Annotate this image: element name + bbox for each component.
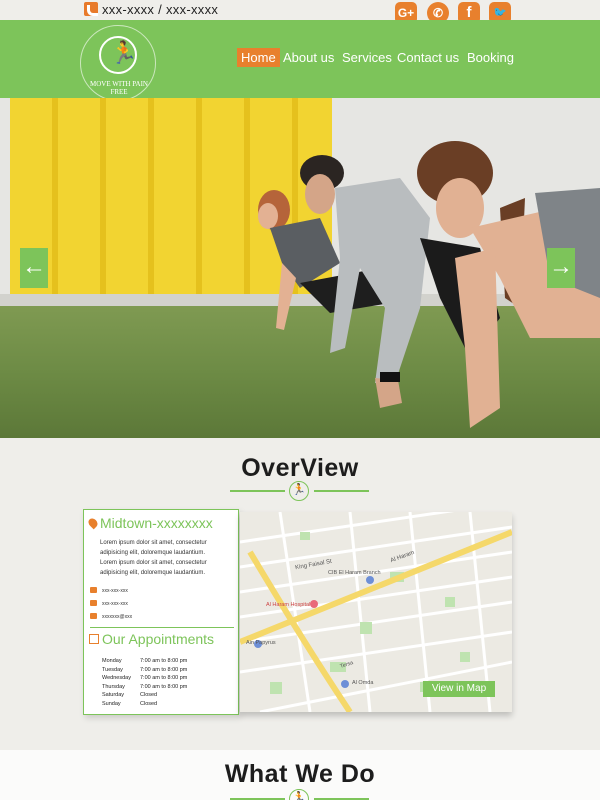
what-we-do-title: What We Do <box>224 760 376 788</box>
logo[interactable]: 🏃 MOVE WITH PAIN FREE <box>80 25 156 101</box>
schedule-time: 7:00 am to 8:00 pm <box>140 658 188 664</box>
contact-phone-2[interactable]: xxx-xxx-xxx <box>102 601 128 607</box>
what-we-do-divider: 🏃 <box>230 789 370 800</box>
schedule-day: Sunday <box>102 700 121 707</box>
phone-icon <box>84 2 98 16</box>
hero-slider: ← → <box>0 98 600 438</box>
schedule-time: Closed <box>140 700 158 707</box>
map-label-cib: CIB El Haram Branch <box>328 570 381 576</box>
schedule-row: Saturday Closed <box>102 692 187 701</box>
schedule-table: Monday 7:00 am to 8:00 pm Tuesday 7:00 am … <box>102 658 187 709</box>
location-description: Lorem ipsum dolor sit amet, consectetur … <box>100 538 234 578</box>
overview-divider: 🏃 <box>230 481 370 501</box>
nav-about-us[interactable]: About us <box>279 48 338 67</box>
schedule-day: Monday <box>102 658 122 664</box>
map-label-omda: Al Omda <box>352 680 374 686</box>
location-pin-icon <box>86 516 100 530</box>
appointments-title: Our Appointments <box>102 631 215 647</box>
fax-icon <box>90 600 97 606</box>
schedule-day: Wednesday <box>102 675 131 681</box>
view-in-map-button[interactable]: View in Map <box>423 681 495 697</box>
schedule-row: Sunday Closed <box>102 701 187 710</box>
contact-email[interactable]: xxxxxxx@xxx <box>102 614 132 620</box>
schedule-day: Saturday <box>102 692 125 698</box>
location-title: Midtown-xxxxxxxx <box>100 515 213 531</box>
map-label-ain: Ain Papyrus <box>246 640 276 646</box>
card-separator <box>90 627 234 628</box>
schedule-row: Thursday 7:00 am to 8:00 pm <box>102 684 187 693</box>
overview-title: OverView <box>241 454 359 482</box>
schedule-row: Monday 7:00 am to 8:00 pm <box>102 658 187 667</box>
hero-athletes-image <box>258 141 600 428</box>
runner-badge-icon: 🏃 <box>289 481 309 501</box>
email-icon <box>90 613 97 619</box>
logo-brand-text: MOVE WITH PAIN FREE <box>90 80 148 96</box>
schedule-row: Tuesday 7:00 am to 8:00 pm <box>102 667 187 676</box>
divider-line-right <box>314 490 369 492</box>
schedule-day: Tuesday <box>102 666 123 673</box>
description-line-1: Lorem ipsum dolor sit amet, consectetur … <box>100 540 207 556</box>
top-bar: xxx-xxxx / xxx-xxxx G+ ✆ f 🐦 <box>0 0 600 24</box>
divider-line-left <box>230 490 285 492</box>
phone-icon <box>90 587 97 593</box>
schedule-time: Closed <box>140 692 158 698</box>
phone-numbers: xxx-xxxx / xxx-xxxx <box>102 2 219 17</box>
slider-next-button[interactable]: → <box>547 248 575 288</box>
schedule-time: 7:00 am to 8:00 pm <box>140 666 188 673</box>
schedule-day: Thursday <box>102 683 125 690</box>
location-card: Midtown-xxxxxxxx Lorem ipsum dolor sit a… <box>83 509 239 715</box>
schedule-time: 7:00 am to 8:00 pm <box>140 675 188 681</box>
schedule-time: 7:00 am to 8:00 pm <box>140 683 188 690</box>
description-line-2: Lorem ipsum dolor sit amet, consectetur … <box>100 560 207 576</box>
slider-prev-button[interactable]: ← <box>20 248 48 288</box>
calendar-icon <box>89 634 99 644</box>
nav-home[interactable]: Home <box>237 48 280 67</box>
schedule-row: Wednesday 7:00 am to 8:00 pm <box>102 675 187 684</box>
site-header: 🏃 MOVE WITH PAIN FREE Home About us Serv… <box>0 20 600 101</box>
map-label-hospital: Al Haram Hospital <box>266 602 311 608</box>
contact-phone-1[interactable]: xxx-xxx-xxx <box>102 588 128 594</box>
nav-contact-us[interactable]: Contact us <box>393 48 463 67</box>
nav-booking[interactable]: Booking <box>463 48 518 67</box>
nav-services[interactable]: Services <box>338 48 396 67</box>
runner-icon: 🏃 <box>110 40 138 65</box>
runner-badge-icon: 🏃 <box>289 789 309 800</box>
